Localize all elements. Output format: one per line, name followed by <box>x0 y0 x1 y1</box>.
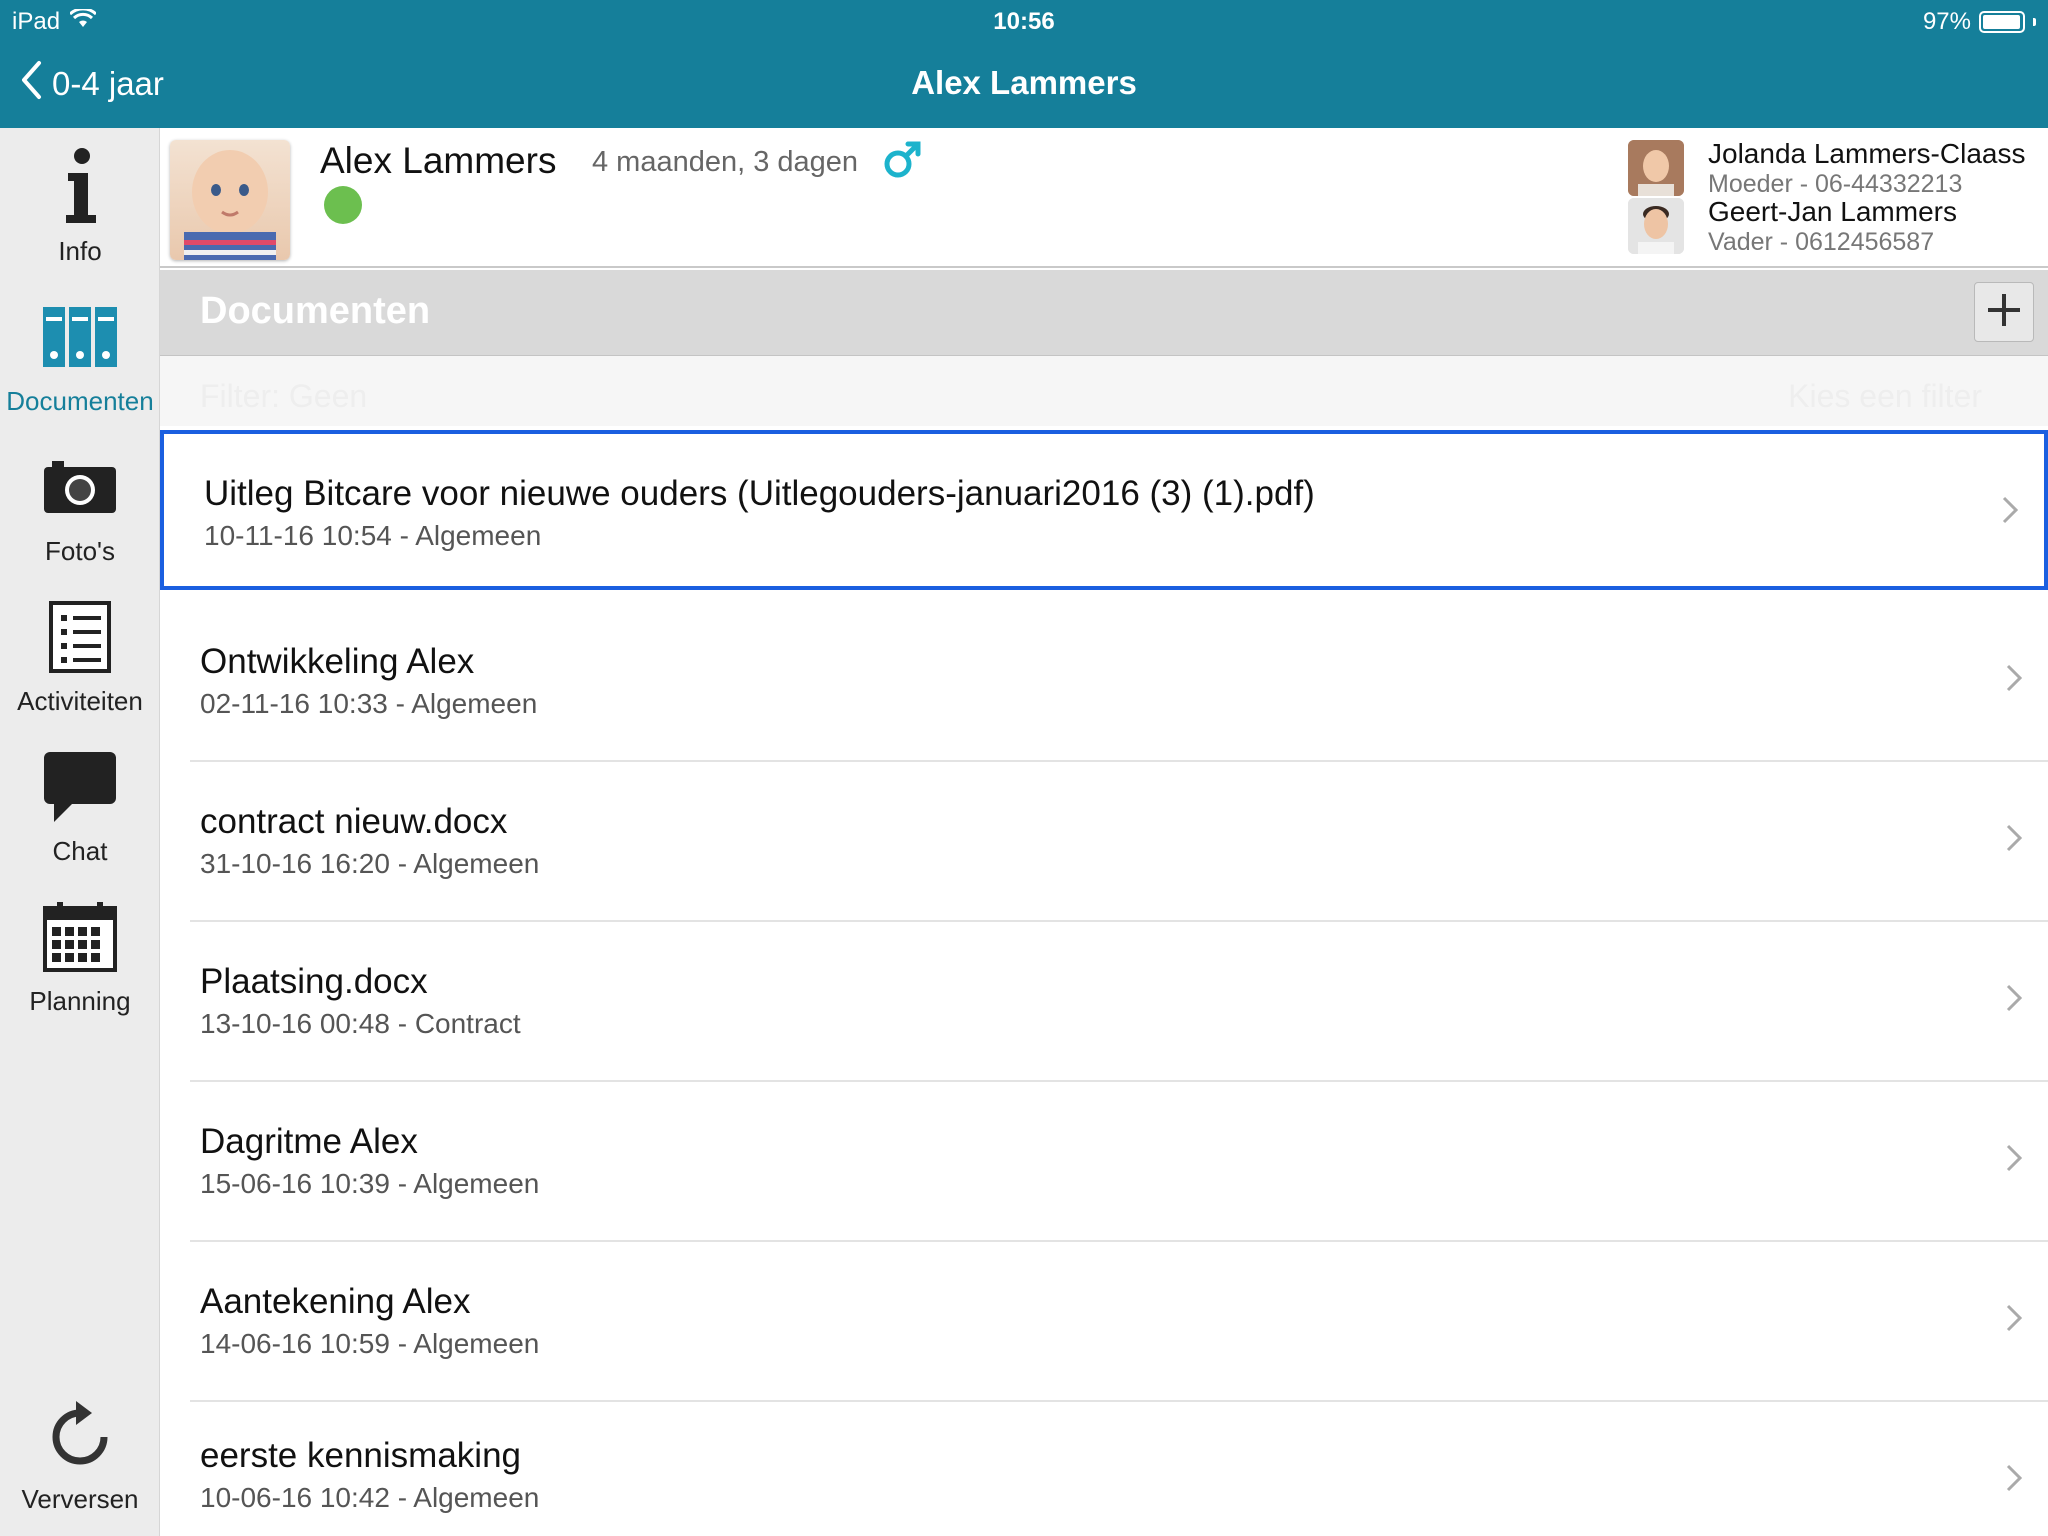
battery: 97% <box>1923 8 2036 36</box>
sidebar-item-label: Info <box>58 236 102 266</box>
sidebar-item-chat[interactable]: Chat <box>0 742 160 882</box>
camera-icon <box>0 442 160 532</box>
document-row[interactable]: Plaatsing.docx 13-10-16 00:48 - Contract <box>160 922 2048 1082</box>
document-meta: 13-10-16 00:48 - Contract <box>200 1008 521 1039</box>
status-time: 10:56 <box>993 8 1055 35</box>
top-bar: iPad 10:56 97% 0-4 jaar Alex Lammers <box>0 0 2048 128</box>
sidebar-item-label: Chat <box>52 836 108 866</box>
document-title: Dagritme Alex <box>200 1122 418 1161</box>
chevron-right-icon <box>2006 1464 2023 1497</box>
battery-tip <box>2033 18 2036 26</box>
navigation-bar: 0-4 jaar Alex Lammers <box>0 42 2048 128</box>
filter-label: Filter: Geen <box>200 378 368 414</box>
chat-bubble-icon <box>0 742 160 832</box>
document-row[interactable]: Uitleg Bitcare voor nieuwe ouders (Uitle… <box>160 430 2048 590</box>
refresh-label: Verversen <box>21 1484 139 1514</box>
document-title: eerste kennismaking <box>200 1436 521 1475</box>
filter-row[interactable]: Filter: Geen Kies een filter <box>160 356 2048 426</box>
child-header: Alex Lammers 4 maanden, 3 dagen Jolanda … <box>160 128 2048 268</box>
document-row[interactable]: Dagritme Alex 15-06-16 10:39 - Algemeen <box>160 1082 2048 1242</box>
checklist-icon <box>0 592 160 682</box>
document-row[interactable]: Aantekening Alex 14-06-16 10:59 - Algeme… <box>160 1242 2048 1402</box>
sidebar: Info Documenten Foto's Activiteiten Chat… <box>0 128 160 1536</box>
parent-mother[interactable]: Jolanda Lammers-Claass Moeder - 06-44332… <box>1628 138 2048 198</box>
refresh-icon <box>0 1390 160 1480</box>
add-document-button[interactable] <box>1974 282 2034 342</box>
chevron-right-icon <box>2006 664 2023 697</box>
section-header: Documenten <box>160 270 2048 356</box>
document-meta: 02-11-16 10:33 - Algemeen <box>200 688 538 719</box>
document-row[interactable]: eerste kennismaking 10-06-16 10:42 - Alg… <box>160 1402 2048 1536</box>
child-avatar[interactable] <box>170 140 290 260</box>
child-name: Alex Lammers <box>320 140 557 181</box>
chevron-right-icon <box>2002 496 2019 529</box>
document-title: Aantekening Alex <box>200 1282 471 1321</box>
sidebar-item-label: Documenten <box>6 386 154 416</box>
sidebar-item-documenten[interactable]: Documenten <box>0 292 160 432</box>
info-icon <box>0 142 160 232</box>
parent-avatar <box>1628 198 1684 254</box>
document-row[interactable]: Ontwikkeling Alex 02-11-16 10:33 - Algem… <box>160 602 2048 762</box>
sidebar-item-activiteiten[interactable]: Activiteiten <box>0 592 160 732</box>
chevron-right-icon <box>2006 984 2023 1017</box>
parent-info: Moeder - 06-44332213 <box>1708 170 1963 198</box>
document-meta: 14-06-16 10:59 - Algemeen <box>200 1328 540 1359</box>
parent-name: Jolanda Lammers-Claass <box>1708 138 2026 169</box>
child-age: 4 maanden, 3 dagen <box>592 146 859 178</box>
document-title: Uitleg Bitcare voor nieuwe ouders (Uitle… <box>204 474 1315 513</box>
document-list: Uitleg Bitcare voor nieuwe ouders (Uitle… <box>160 426 2048 1536</box>
parent-avatar <box>1628 140 1684 196</box>
document-row[interactable]: contract nieuw.docx 31-10-16 16:20 - Alg… <box>160 762 2048 922</box>
parent-father[interactable]: Geert-Jan Lammers Vader - 0612456587 <box>1628 196 2048 256</box>
parent-name: Geert-Jan Lammers <box>1708 196 1957 227</box>
status-bar: iPad 10:56 97% <box>0 0 2048 42</box>
battery-icon <box>1979 11 2025 33</box>
male-symbol-icon <box>882 138 924 185</box>
chevron-right-icon <box>2006 824 2023 857</box>
sidebar-item-label: Foto's <box>45 536 115 566</box>
document-title: Plaatsing.docx <box>200 962 428 1001</box>
calendar-icon <box>0 892 160 982</box>
document-title: contract nieuw.docx <box>200 802 508 841</box>
sidebar-item-info[interactable]: Info <box>0 142 160 282</box>
document-title: Ontwikkeling Alex <box>200 642 475 681</box>
sidebar-item-label: Planning <box>29 986 131 1016</box>
sidebar-item-fotos[interactable]: Foto's <box>0 442 160 582</box>
battery-label: 97% <box>1922 8 1971 35</box>
plus-icon <box>1986 292 2022 333</box>
presence-status-dot <box>324 186 362 224</box>
document-meta: 15-06-16 10:39 - Algemeen <box>200 1168 540 1199</box>
binders-icon <box>0 292 160 382</box>
sidebar-item-label: Activiteiten <box>17 686 143 716</box>
section-title: Documenten <box>200 290 431 332</box>
refresh-button[interactable]: Verversen <box>0 1390 160 1530</box>
document-meta: 10-06-16 10:42 - Algemeen <box>200 1482 540 1513</box>
chevron-right-icon <box>2006 1304 2023 1337</box>
parent-info: Vader - 0612456587 <box>1708 228 1935 256</box>
document-meta: 31-10-16 16:20 - Algemeen <box>200 848 540 879</box>
choose-filter-button[interactable]: Kies een filter <box>1788 378 1982 415</box>
sidebar-item-planning[interactable]: Planning <box>0 892 160 1032</box>
nav-title: Alex Lammers <box>911 64 1137 101</box>
chevron-right-icon <box>2006 1144 2023 1177</box>
document-meta: 10-11-16 10:54 - Algemeen <box>204 520 542 551</box>
